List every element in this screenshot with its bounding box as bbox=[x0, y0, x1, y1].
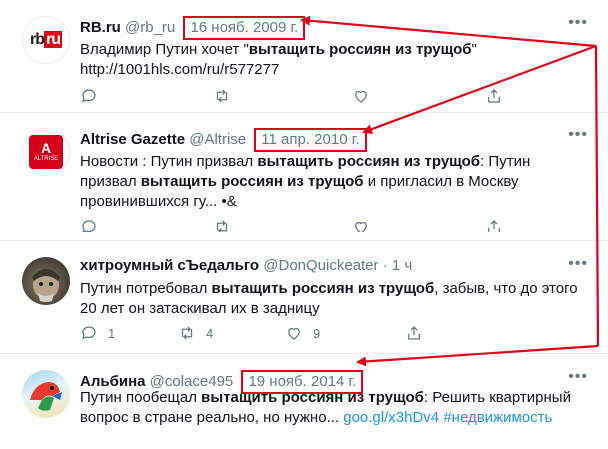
tweet-header: Altrise Gazette @Altrise 11 апр. 2010 г. bbox=[80, 128, 367, 152]
retweet-count: 4 bbox=[206, 325, 214, 341]
more-options-icon[interactable]: ••• bbox=[568, 368, 588, 386]
avatar[interactable] bbox=[22, 257, 70, 305]
profile-photo-icon bbox=[32, 269, 60, 302]
altrise-logo-icon: A ALTRISE bbox=[29, 135, 63, 169]
tweet-date[interactable]: 16 нояб. 2009 г. bbox=[183, 16, 306, 40]
highlight-text: вытащить россиян из трущоб bbox=[201, 389, 424, 406]
like-button[interactable] bbox=[352, 218, 370, 232]
tweet-text: Владимир Путин хочет "вытащить россиян и… bbox=[80, 40, 590, 80]
like-button[interactable] bbox=[352, 87, 370, 105]
separator-dot: · bbox=[382, 257, 388, 274]
text-segment: Владимир Путин хочет " bbox=[80, 41, 249, 58]
tweet[interactable]: Альбина @colace495 19 нояб. 2014 г. ••• … bbox=[0, 354, 608, 449]
retweet-icon bbox=[216, 89, 228, 103]
author-name[interactable]: RB.ru bbox=[80, 19, 121, 36]
more-options-icon[interactable]: ••• bbox=[568, 14, 588, 32]
reply-icon bbox=[81, 89, 96, 103]
tweet-actions bbox=[80, 218, 520, 232]
heart-icon bbox=[355, 221, 367, 232]
tweet-actions bbox=[80, 87, 520, 107]
tweet-header: хитроумный сЪедальго @DonQuickeater · 1 … bbox=[80, 257, 412, 274]
reply-icon bbox=[81, 326, 96, 340]
tweet-header: RB.ru @rb_ru 16 нояб. 2009 г. bbox=[80, 16, 306, 40]
author-handle[interactable]: @Altrise bbox=[189, 131, 246, 148]
retweet-button[interactable]: 4 bbox=[178, 324, 213, 342]
reply-button[interactable]: 1 bbox=[80, 324, 115, 342]
tweet[interactable]: хитроумный сЪедальго @DonQuickeater · 1 … bbox=[0, 241, 608, 354]
reply-button[interactable] bbox=[80, 218, 98, 232]
reply-button[interactable] bbox=[80, 87, 98, 105]
tweet-date[interactable]: 11 апр. 2010 г. bbox=[254, 128, 367, 152]
retweet-button[interactable] bbox=[213, 218, 231, 232]
author-name[interactable]: Altrise Gazette bbox=[80, 131, 185, 148]
tweet-link[interactable]: http://1001hls.com/ru/r577277 bbox=[80, 61, 279, 78]
highlight-text: вытащить россиян из трущоб bbox=[257, 153, 481, 170]
avatar[interactable] bbox=[22, 370, 70, 418]
reply-icon bbox=[82, 220, 96, 232]
avatar[interactable]: rb ru bbox=[22, 16, 70, 64]
tweet-text: Новости : Путин призвал вытащить россиян… bbox=[80, 152, 590, 212]
author-handle[interactable]: @DonQuickeater bbox=[263, 257, 378, 274]
like-button[interactable]: 9 bbox=[285, 324, 320, 342]
share-button[interactable] bbox=[485, 87, 503, 105]
text-segment: Путин пообещал bbox=[80, 389, 202, 406]
text-segment: Путин потребовал bbox=[80, 280, 212, 297]
highlight-text: вытащить россиян из трущоб bbox=[140, 173, 364, 190]
hashtag-link[interactable]: #недвижимость bbox=[443, 409, 552, 426]
highlight-text: вытащить россиян из трущоб bbox=[248, 41, 472, 58]
share-icon bbox=[488, 89, 500, 103]
text-segment: Новости : Путин призвал bbox=[80, 153, 258, 170]
heart-icon bbox=[288, 327, 300, 340]
retweet-icon bbox=[216, 220, 228, 232]
avatar[interactable]: A ALTRISE bbox=[22, 128, 70, 176]
more-options-icon[interactable]: ••• bbox=[568, 126, 588, 144]
retweet-button[interactable] bbox=[213, 87, 231, 105]
parrot-icon bbox=[30, 382, 62, 411]
more-options-icon[interactable]: ••• bbox=[568, 255, 588, 273]
retweet-icon bbox=[181, 326, 193, 340]
text-segment: " bbox=[471, 41, 477, 58]
highlight-text: вытащить россиян из трущоб bbox=[211, 280, 435, 297]
like-count: 9 bbox=[313, 325, 321, 341]
altrise-logo-text: ALTRISE bbox=[33, 156, 59, 162]
tweet[interactable]: rb ru RB.ru @rb_ru 16 нояб. 2009 г. ••• В… bbox=[0, 0, 608, 113]
author-handle[interactable]: @rb_ru bbox=[125, 19, 175, 36]
share-icon bbox=[488, 220, 500, 232]
reply-count: 1 bbox=[108, 325, 116, 341]
rbru-logo-icon: rb ru bbox=[30, 31, 62, 48]
tweet-text: Путин пообещал вытащить россиян из трущо… bbox=[80, 388, 590, 428]
tweet-actions: 1 4 9 bbox=[80, 324, 520, 344]
share-icon bbox=[408, 326, 420, 340]
tweet[interactable]: A ALTRISE Altrise Gazette @Altrise 11 ап… bbox=[0, 112, 608, 241]
heart-icon bbox=[355, 90, 367, 103]
share-button[interactable] bbox=[405, 324, 423, 342]
tweet-text: Путин потребовал вытащить россиян из тру… bbox=[80, 279, 590, 319]
author-name[interactable]: хитроумный сЪедальго bbox=[80, 257, 259, 274]
tweet-time[interactable]: 1 ч bbox=[392, 257, 412, 274]
share-button[interactable] bbox=[485, 218, 503, 232]
tweet-link[interactable]: goo.gl/x3hDv4 bbox=[343, 409, 439, 426]
